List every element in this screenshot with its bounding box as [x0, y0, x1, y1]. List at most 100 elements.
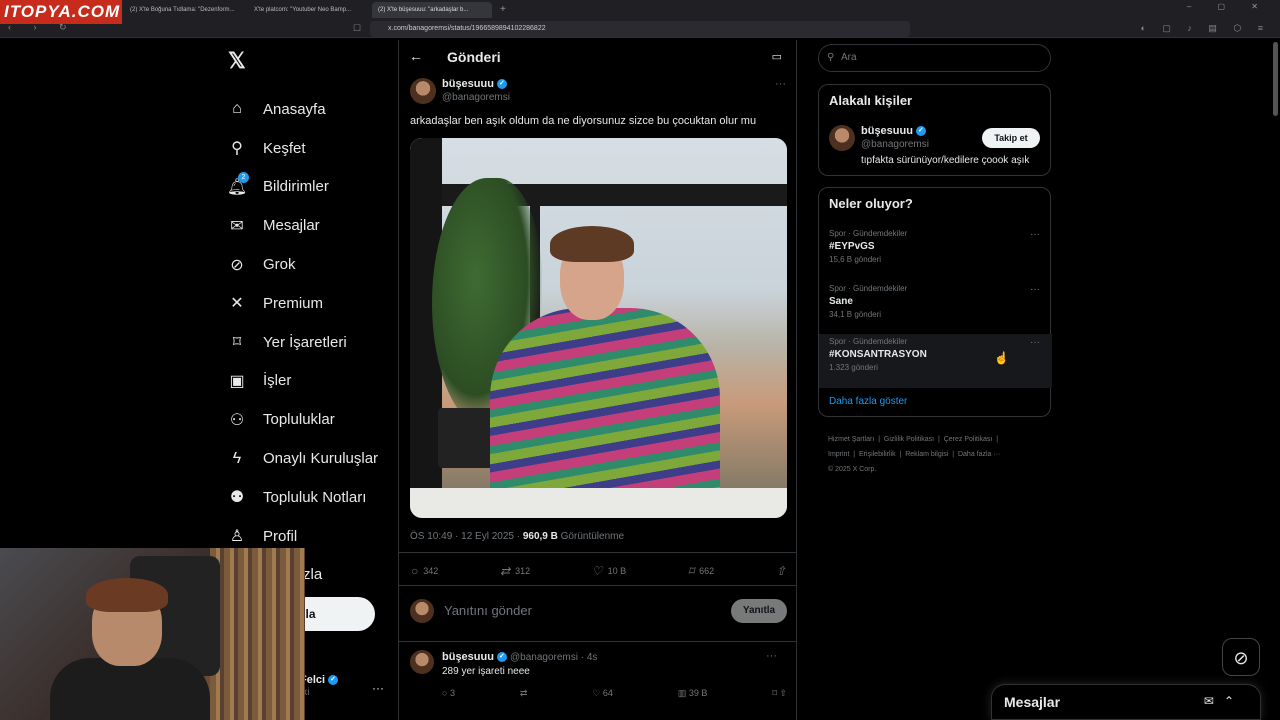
avatar[interactable]	[829, 125, 855, 151]
reader-icon[interactable]: ▭	[772, 50, 782, 63]
tweet-actions: ○ 342 ⇄ 312 ♡ 10 B ⌑ 662 ⇧	[411, 564, 786, 578]
avatar[interactable]	[410, 650, 434, 674]
more-icon[interactable]: ···	[766, 650, 777, 662]
tweet-text: arkadaşlar ben aşık oldum da ne diyorsun…	[410, 115, 757, 127]
tweet-time: ÖS 10:49 · 12 Eyl 2025 ·	[410, 531, 523, 542]
extension-icons[interactable]: ◐ ▢ ♪ ▤ ⬡ ≡	[1140, 23, 1270, 34]
nav-label: Topluluk Notları	[263, 488, 367, 506]
lightning-icon: ϟ	[232, 449, 242, 467]
x-icon: ✕	[230, 295, 244, 313]
browser-tab[interactable]: (2) X'te Boğuna Tıdlama: "Dezenform...	[124, 2, 244, 18]
browser-tab[interactable]: X'te platcom: "Youtuber Neo Bamp...	[248, 2, 368, 18]
reply-composer: Yanıtını gönder Yanıtla	[410, 599, 787, 623]
author-handle: @banagoremsi	[442, 92, 510, 103]
nav-item-explore[interactable]: ⚲ Keşfet	[222, 129, 378, 168]
trends-box: Neler oluyor? Spor · Gündemdekiler #EYPv…	[818, 187, 1052, 417]
reply-button[interactable]: ○ 3	[442, 688, 455, 699]
nav-label: Anasayfa	[263, 100, 326, 118]
nav-item-messages[interactable]: ✉ Mesajlar	[222, 206, 378, 245]
more-icon[interactable]: ···	[1030, 284, 1040, 295]
bookshelf	[210, 548, 305, 720]
window-controls[interactable]: – ▢ ✕	[1187, 2, 1270, 11]
nav-label: Onaylı Kuruluşlar	[263, 450, 379, 468]
trend-item[interactable]: Spor · Gündemdekiler #KONSANTRASYON 1.32…	[819, 334, 1052, 388]
trend-item[interactable]: Spor · Gündemdekiler Sane 34,1 B gönderi…	[819, 281, 1052, 335]
tweet-author[interactable]: büşesuuu ✓ @banagoremsi	[410, 78, 510, 104]
trend-item[interactable]: Spor · Gündemdekiler #EYPvGS 15,6 B gönd…	[819, 226, 1052, 280]
search-input[interactable]: ⚲ Ara	[818, 44, 1051, 72]
page-title: Gönderi	[447, 49, 501, 65]
show-more-link[interactable]: Daha fazla göster	[829, 396, 907, 407]
like-button[interactable]: ♡ 64	[592, 688, 613, 699]
more-icon[interactable]: ···	[775, 78, 786, 90]
messages-drawer[interactable]: Mesajlar ✉⌃	[991, 684, 1261, 720]
reply-button[interactable]: ○ 342	[411, 564, 438, 578]
nav-label: İşler	[263, 372, 292, 390]
mouse-cursor-icon: ☝	[994, 351, 1009, 365]
nav-item-jobs[interactable]: ▣ İşler	[222, 362, 378, 401]
nav-label: Yer İşaretleri	[263, 333, 347, 351]
footer-links: Hizmet Şartları | Gizlilik Politikası | …	[828, 436, 1001, 473]
more-icon[interactable]: ···	[1030, 337, 1040, 348]
reply-input[interactable]: Yanıtını gönder	[444, 603, 532, 618]
nav-label: Mesajlar	[263, 217, 320, 235]
browser-tab-active[interactable]: (2) X'te büşesuuu: "arkadaşlar b...	[372, 2, 492, 18]
avatar	[410, 599, 434, 623]
nav-item-community-notes[interactable]: ⚉ Topluluk Notları	[222, 478, 378, 517]
nav-item-bookmarks[interactable]: ⌑ Yer İşaretleri	[222, 323, 378, 362]
bookmark-icon[interactable]: ☐	[353, 23, 361, 34]
follow-button[interactable]: Takip et	[982, 128, 1040, 148]
search-icon: ⚲	[827, 52, 835, 63]
nav-item-communities[interactable]: ⚇ Topluluklar	[222, 400, 378, 439]
person-icon: ♙	[229, 528, 245, 546]
scrollbar[interactable]	[1273, 42, 1278, 116]
new-tab-button[interactable]: +	[500, 2, 506, 18]
views-button[interactable]: ▥ 39 B	[678, 688, 708, 699]
grok-fab-icon[interactable]: ⊘	[1222, 638, 1260, 676]
browser-chrome: (2) X'te Boğuna Tıdlama: "Dezenform... X…	[0, 0, 1280, 38]
verified-icon: ✓	[915, 126, 926, 137]
share-icon: ⇧	[775, 564, 786, 578]
retweet-button[interactable]: ⇄ 312	[500, 564, 530, 578]
retweet-icon[interactable]: ⇄	[520, 688, 528, 699]
back-arrow-icon[interactable]: ←	[409, 48, 423, 64]
nav-item-verified-orgs[interactable]: ϟ Onaylı Kuruluşlar	[222, 439, 378, 478]
bookmark-icon: ⌑	[232, 334, 242, 352]
account-more-icon[interactable]: ···	[372, 681, 384, 695]
webcam-overlay	[0, 548, 305, 720]
bookmark-icon[interactable]: ⌑ ⇧	[772, 688, 787, 699]
verified-icon: ✓	[328, 675, 339, 686]
notification-badge: 2	[238, 171, 249, 183]
x-logo-icon[interactable]: 𝕏	[228, 48, 246, 74]
avatar[interactable]	[410, 78, 436, 104]
bookmark-button[interactable]: ⌑ 662	[688, 564, 714, 578]
reply-submit-button[interactable]: Yanıtla	[731, 599, 787, 623]
views-count: 960,9 B	[522, 531, 558, 542]
like-button[interactable]: ♡ 10 B	[592, 564, 626, 578]
reply-tweet[interactable]: büşesuuu ✓ @banagoremsi · 4s ··· 289 yer …	[410, 650, 787, 698]
tweet-photo[interactable]	[410, 138, 787, 518]
nav-label: Keşfet	[263, 139, 306, 157]
bookmark-icon: ⌑	[687, 564, 695, 578]
heart-icon: ♡	[591, 564, 603, 578]
author-name: büşesuuu	[442, 78, 494, 90]
address-bar[interactable]: x.com/banagoremsi/status/196658989410228…	[370, 21, 910, 37]
person-name[interactable]: büşesuuu	[861, 125, 913, 137]
compose-icon[interactable]: ✉⌃	[1204, 694, 1244, 708]
main-column: ← Gönderi ▭ büşesuuu ✓ @banagoremsi ··· a…	[398, 40, 797, 720]
reply-author-handle: @banagoremsi · 4s	[510, 652, 598, 663]
more-icon[interactable]: ···	[1030, 229, 1040, 240]
nav-item-premium[interactable]: ✕ Premium	[222, 284, 378, 323]
reply-text: 289 yer işareti neee	[442, 666, 530, 677]
home-icon: ⌂	[232, 100, 242, 118]
account-switcher[interactable]: Felci✓ixi	[300, 674, 339, 698]
nav-label: Premium	[263, 294, 324, 312]
person-bio: tıpfakta sürünüyor/kedilere çoook aşık	[861, 155, 1030, 166]
nav-item-notifications[interactable]: 🔔︎ 2 Bildirimler	[222, 168, 378, 207]
bell-icon: 🔔︎ 2	[226, 171, 249, 196]
verified-icon: ✓	[496, 652, 507, 663]
share-button[interactable]: ⇧	[776, 564, 786, 578]
nav-item-home[interactable]: ⌂ Anasayfa	[222, 90, 378, 129]
nav-label: Topluluklar	[263, 411, 335, 429]
nav-item-grok[interactable]: ⊘ Grok	[222, 245, 378, 284]
